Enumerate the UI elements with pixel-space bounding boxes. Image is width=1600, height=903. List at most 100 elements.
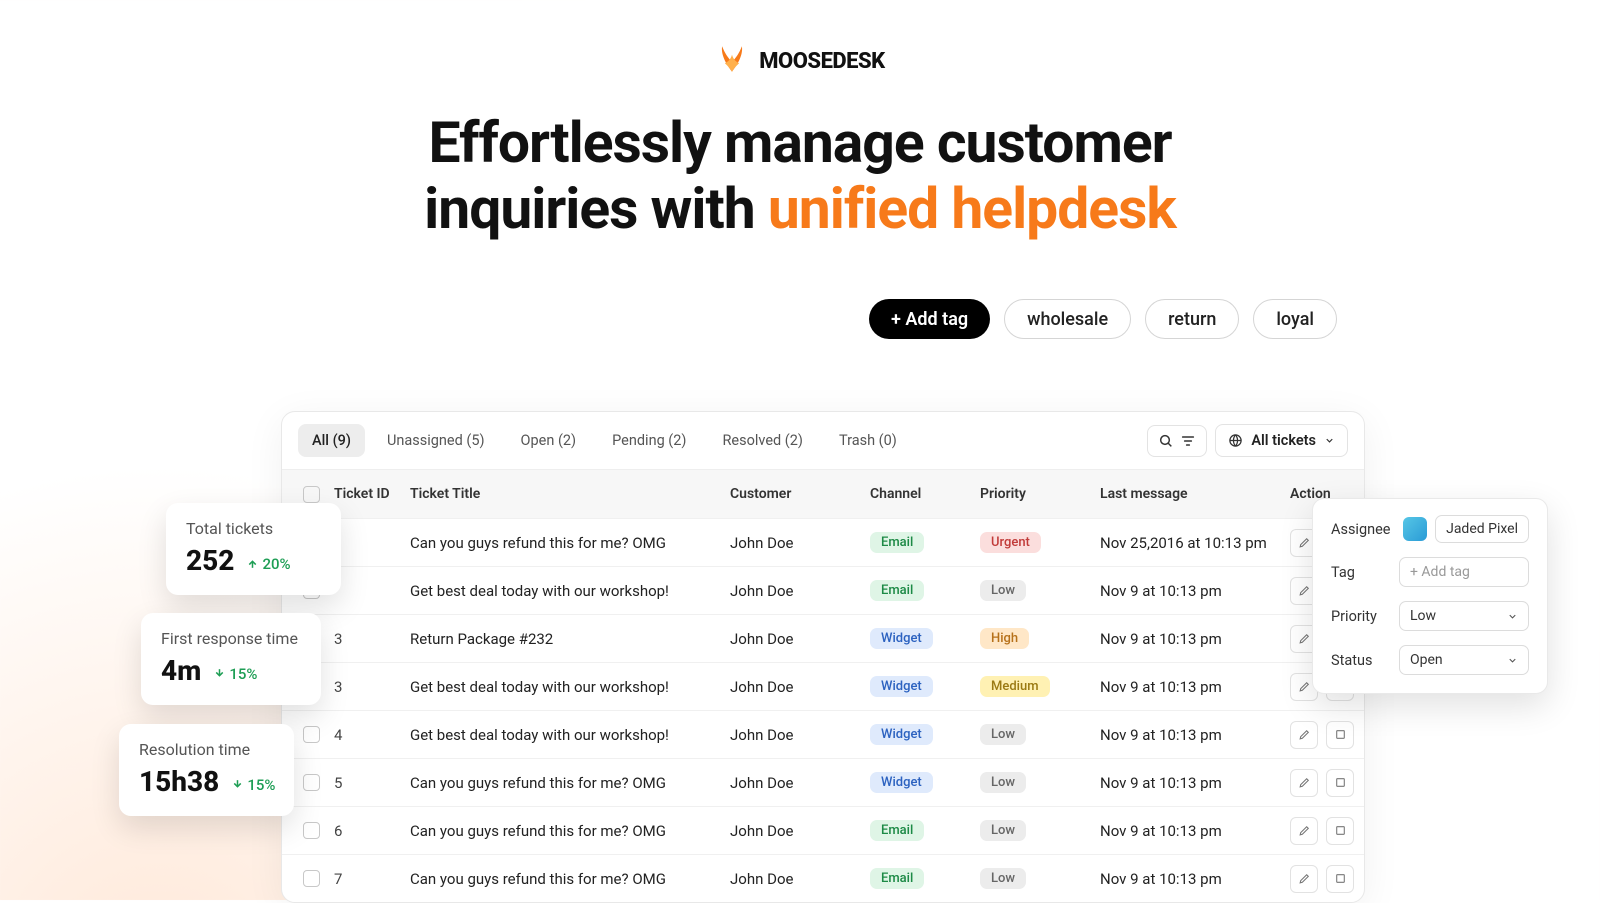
col-id: Ticket ID xyxy=(334,486,410,502)
pencil-icon xyxy=(1298,872,1311,885)
row-customer: John Doe xyxy=(730,630,870,648)
row-channel-chip: Widget xyxy=(870,628,933,649)
brand-header: MOOSEDESK xyxy=(0,0,1600,80)
col-priority: Priority xyxy=(980,486,1100,502)
row-last-message: Nov 9 at 10:13 pm xyxy=(1100,870,1290,888)
col-channel: Channel xyxy=(870,486,980,502)
table-row[interactable]: 3 Return Package #232 John Doe Widget Hi… xyxy=(282,614,1364,662)
all-tickets-dropdown[interactable]: All tickets xyxy=(1215,424,1348,457)
row-edit-button[interactable] xyxy=(1290,769,1318,797)
row-archive-button[interactable] xyxy=(1326,865,1354,893)
select-all-checkbox[interactable] xyxy=(303,486,320,503)
tickets-card: All (9) Unassigned (5) Open (2) Pending … xyxy=(281,411,1365,903)
row-checkbox[interactable] xyxy=(303,870,320,887)
row-archive-button[interactable] xyxy=(1326,721,1354,749)
stat-delta: 15% xyxy=(231,776,275,794)
stat-label: First response time xyxy=(161,629,301,648)
row-customer: John Doe xyxy=(730,870,870,888)
row-actions xyxy=(1290,721,1365,749)
stat-value: 252 xyxy=(186,544,234,577)
table-row[interactable]: Can you guys refund this for me? OMG Joh… xyxy=(282,518,1364,566)
search-filter-button[interactable] xyxy=(1147,425,1207,457)
ticket-detail-panel: Assignee Jaded Pixel Tag + Add tag Prior… xyxy=(1312,498,1548,694)
row-checkbox[interactable] xyxy=(303,822,320,839)
row-customer: John Doe xyxy=(730,726,870,744)
stat-delta: 15% xyxy=(213,665,257,683)
panel-status-select[interactable]: Open xyxy=(1399,645,1529,675)
tab-pending[interactable]: Pending (2) xyxy=(598,424,700,457)
panel-status-label: Status xyxy=(1331,652,1372,669)
row-priority-chip: Low xyxy=(980,868,1026,889)
row-id: 4 xyxy=(334,726,410,744)
row-edit-button[interactable] xyxy=(1290,865,1318,893)
panel-priority-select[interactable]: Low xyxy=(1399,601,1529,631)
table-row[interactable]: 6 Can you guys refund this for me? OMG J… xyxy=(282,806,1364,854)
arrow-up-icon xyxy=(246,557,259,570)
row-customer: John Doe xyxy=(730,822,870,840)
hero-line2-b: unified helpdesk xyxy=(768,175,1176,242)
row-id: 7 xyxy=(334,870,410,888)
panel-assignee-label: Assignee xyxy=(1331,521,1390,538)
row-channel-chip: Email xyxy=(870,820,924,841)
row-title: Can you guys refund this for me? OMG xyxy=(410,822,730,840)
archive-icon xyxy=(1334,824,1347,837)
pencil-icon xyxy=(1298,728,1311,741)
row-actions xyxy=(1290,817,1365,845)
row-priority-chip: Urgent xyxy=(980,532,1041,553)
row-title: Get best deal today with our workshop! xyxy=(410,582,730,600)
row-archive-button[interactable] xyxy=(1326,769,1354,797)
table-row[interactable]: Get best deal today with our workshop! J… xyxy=(282,566,1364,614)
stat-card-total-tickets: Total tickets 252 20% xyxy=(166,503,341,595)
row-priority-chip: Low xyxy=(980,820,1026,841)
row-id: 3 xyxy=(334,678,410,696)
archive-icon xyxy=(1334,728,1347,741)
assignee-avatar xyxy=(1403,517,1427,541)
col-last: Last message xyxy=(1100,486,1290,502)
row-priority-chip: Low xyxy=(980,580,1026,601)
pencil-icon xyxy=(1298,776,1311,789)
assignee-value[interactable]: Jaded Pixel xyxy=(1435,515,1529,543)
row-title: Get best deal today with our workshop! xyxy=(410,726,730,744)
tab-unassigned[interactable]: Unassigned (5) xyxy=(373,424,499,457)
row-priority-chip: Medium xyxy=(980,676,1050,697)
row-customer: John Doe xyxy=(730,582,870,600)
row-title: Can you guys refund this for me? OMG xyxy=(410,774,730,792)
row-channel-chip: Email xyxy=(870,532,924,553)
filter-icon xyxy=(1180,433,1196,449)
tab-resolved[interactable]: Resolved (2) xyxy=(708,424,816,457)
row-edit-button[interactable] xyxy=(1290,721,1318,749)
row-checkbox[interactable] xyxy=(303,774,320,791)
tag-pill-loyal[interactable]: loyal xyxy=(1253,299,1337,339)
row-last-message: Nov 9 at 10:13 pm xyxy=(1100,822,1290,840)
stat-value: 4m xyxy=(161,654,201,687)
row-customer: John Doe xyxy=(730,678,870,696)
row-title: Can you guys refund this for me? OMG xyxy=(410,534,730,552)
table-row[interactable]: 5 Can you guys refund this for me? OMG J… xyxy=(282,758,1364,806)
row-last-message: Nov 25,2016 at 10:13 pm xyxy=(1100,534,1290,552)
table-row[interactable]: 3 Get best deal today with our workshop!… xyxy=(282,662,1364,710)
row-priority-chip: Low xyxy=(980,724,1026,745)
row-channel-chip: Widget xyxy=(870,676,933,697)
row-checkbox[interactable] xyxy=(303,726,320,743)
chevron-down-icon xyxy=(1324,435,1335,446)
panel-tag-input[interactable]: + Add tag xyxy=(1399,557,1529,587)
row-archive-button[interactable] xyxy=(1326,817,1354,845)
row-edit-button[interactable] xyxy=(1290,817,1318,845)
row-priority-chip: Low xyxy=(980,772,1026,793)
brand-logo-icon xyxy=(715,42,749,80)
tag-pill-wholesale[interactable]: wholesale xyxy=(1004,299,1131,339)
add-tag-button[interactable]: + Add tag xyxy=(869,299,990,339)
row-id: 6 xyxy=(334,822,410,840)
col-title: Ticket Title xyxy=(410,486,730,502)
table-row[interactable]: 7 Can you guys refund this for me? OMG J… xyxy=(282,854,1364,902)
tab-all[interactable]: All (9) xyxy=(298,424,365,457)
table-row[interactable]: 4 Get best deal today with our workshop!… xyxy=(282,710,1364,758)
tab-open[interactable]: Open (2) xyxy=(507,424,591,457)
row-last-message: Nov 9 at 10:13 pm xyxy=(1100,726,1290,744)
row-last-message: Nov 9 at 10:13 pm xyxy=(1100,678,1290,696)
tab-trash[interactable]: Trash (0) xyxy=(825,424,911,457)
tag-pill-return[interactable]: return xyxy=(1145,299,1239,339)
arrow-down-icon xyxy=(213,667,226,680)
tag-row: + Add tag wholesale return loyal xyxy=(0,299,1600,339)
pencil-icon xyxy=(1298,680,1311,693)
